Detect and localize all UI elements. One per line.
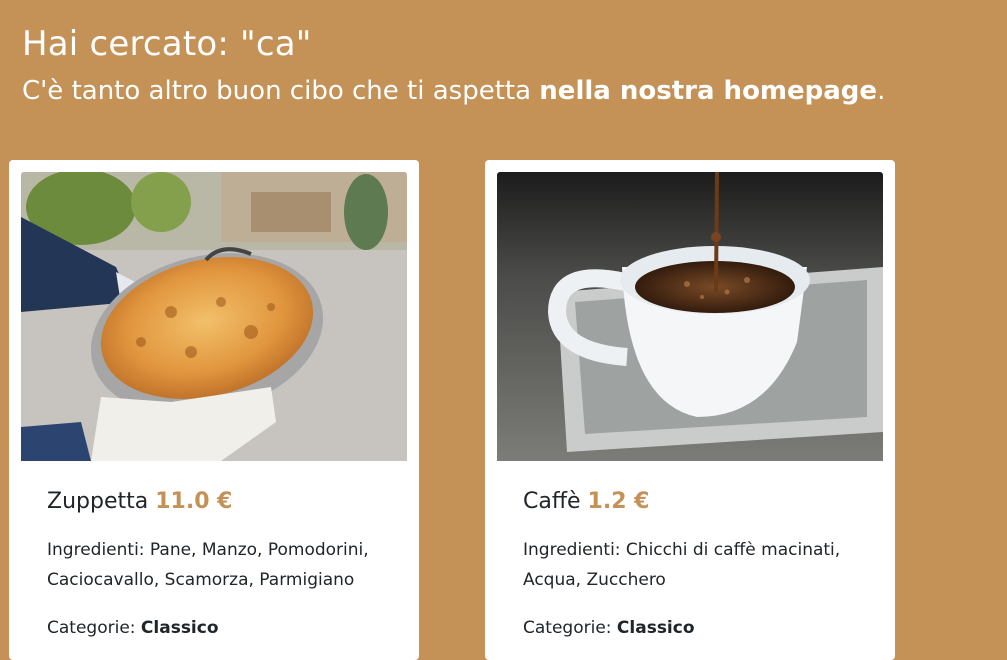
product-title: Zuppetta 11.0 € xyxy=(47,487,381,517)
baked-pasta-pan-photo[interactable] xyxy=(21,172,407,461)
product-categories: Categorie: Classico xyxy=(47,613,381,643)
product-card[interactable]: Caffè 1.2 € Ingredienti: Chicchi di caff… xyxy=(485,160,895,660)
category-value: Classico xyxy=(140,618,219,638)
product-price: 1.2 € xyxy=(587,489,650,514)
ingredients-label: Ingredienti: xyxy=(47,540,150,560)
homepage-link[interactable]: nella nostra homepage xyxy=(539,76,877,106)
product-name: Zuppetta xyxy=(47,489,149,514)
category-value: Classico xyxy=(616,618,695,638)
search-query: "ca" xyxy=(240,24,312,64)
categories-label: Categorie: xyxy=(47,618,141,638)
search-header: Hai cercato: "ca" C'è tanto altro buon c… xyxy=(22,22,885,108)
product-ingredients: Ingredienti: Chicchi di caffè macinati, … xyxy=(523,535,857,595)
subtitle-period: . xyxy=(877,76,886,106)
product-ingredients: Ingredienti: Pane, Manzo, Pomodorini, Ca… xyxy=(47,535,381,595)
page-subtitle: C'è tanto altro buon cibo che ti aspetta… xyxy=(22,74,885,108)
product-title: Caffè 1.2 € xyxy=(523,487,857,517)
coffee-cup-pour-photo[interactable] xyxy=(497,172,883,461)
product-categories: Categorie: Classico xyxy=(523,613,857,643)
product-card[interactable]: Zuppetta 11.0 € Ingredienti: Pane, Manzo… xyxy=(9,160,419,660)
subtitle-text: C'è tanto altro buon cibo che ti aspetta xyxy=(22,76,540,106)
product-price: 11.0 € xyxy=(155,489,233,514)
page-title: Hai cercato: "ca" xyxy=(22,22,885,66)
title-prefix: Hai cercato: xyxy=(22,24,241,64)
categories-label: Categorie: xyxy=(523,618,617,638)
ingredients-label: Ingredienti: xyxy=(523,540,626,560)
product-name: Caffè xyxy=(523,489,581,514)
